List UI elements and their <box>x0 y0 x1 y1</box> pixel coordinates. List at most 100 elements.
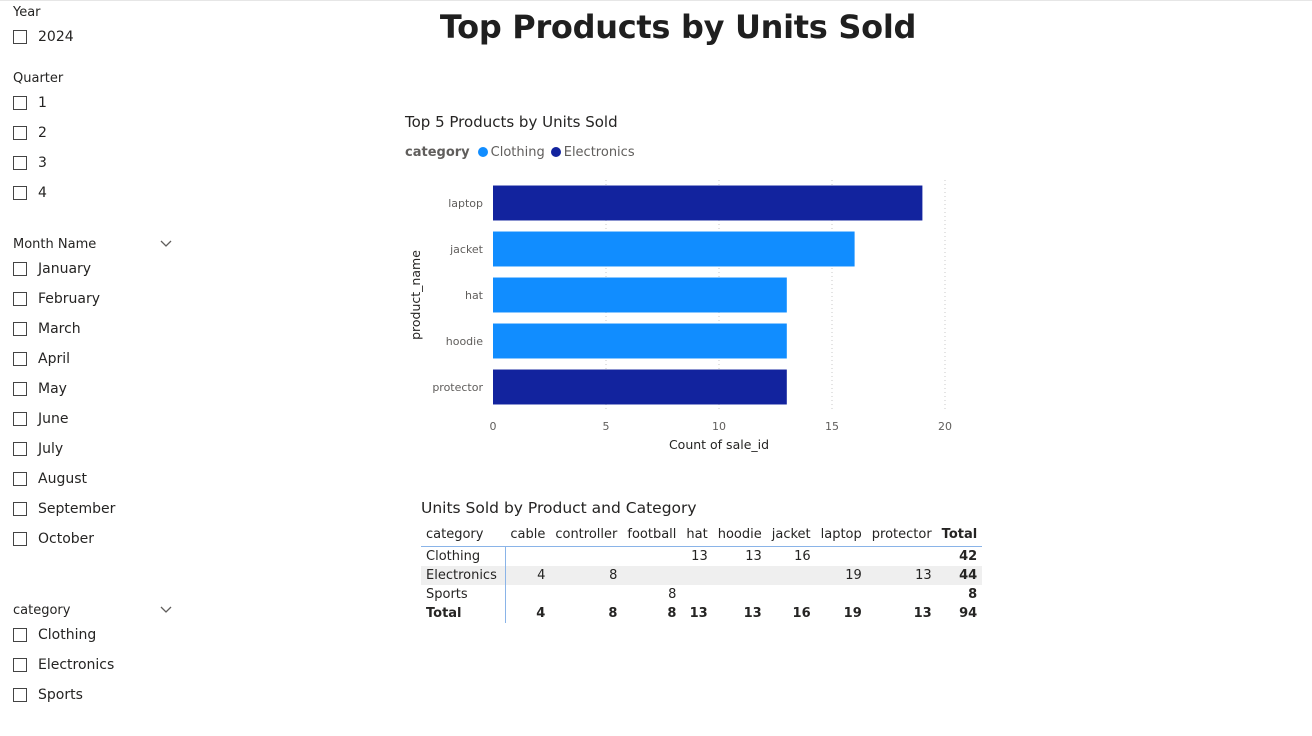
checkbox[interactable] <box>13 502 27 516</box>
checkbox[interactable] <box>13 442 27 456</box>
month-slicer: Month Name January February March April May J… <box>13 236 173 554</box>
chevron-down-icon[interactable] <box>159 238 173 248</box>
bar-hat[interactable] <box>493 277 787 313</box>
checkbox[interactable] <box>13 156 27 170</box>
slicer-option-may[interactable]: May <box>13 374 173 404</box>
option-label: April <box>38 351 70 367</box>
slicer-option-october[interactable]: October <box>13 524 173 554</box>
slicer-option-february[interactable]: February <box>13 284 173 314</box>
option-label: March <box>38 321 81 337</box>
slicer-option-3[interactable]: 3 <box>13 148 173 178</box>
x-tick-label: 0 <box>490 420 497 433</box>
checkbox[interactable] <box>13 472 27 486</box>
y-tick-label: jacket <box>449 243 484 256</box>
slicer-title: Year <box>13 5 41 20</box>
checkbox[interactable] <box>13 96 27 110</box>
legend-title: category <box>405 144 470 160</box>
legend-label: Clothing <box>490 144 545 160</box>
option-label: September <box>38 501 116 517</box>
slicer-option-1[interactable]: 1 <box>13 88 173 118</box>
column-header[interactable]: cable <box>505 522 550 547</box>
slicer-options: January February March April May June July Augu… <box>13 254 173 554</box>
x-tick-label: 15 <box>825 420 839 433</box>
column-header[interactable]: Total <box>937 522 983 547</box>
checkbox[interactable] <box>13 292 27 306</box>
slicer-title: Quarter <box>13 71 64 86</box>
column-header[interactable]: category <box>421 522 505 547</box>
slicer-option-july[interactable]: July <box>13 434 173 464</box>
option-label: 2 <box>38 125 47 141</box>
slicer-option-4[interactable]: 4 <box>13 178 173 208</box>
legend-item-electronics[interactable]: Electronics <box>550 145 635 160</box>
bar-hoodie[interactable] <box>493 323 787 359</box>
matrix-header-row: category cable controller football hat hoodie… <box>421 522 983 547</box>
checkbox[interactable] <box>13 262 27 276</box>
checkbox[interactable] <box>13 352 27 366</box>
slicer-option-august[interactable]: August <box>13 464 173 494</box>
column-header[interactable]: protector <box>867 522 937 547</box>
bar-protector[interactable] <box>493 369 787 405</box>
slicer-option-june[interactable]: June <box>13 404 173 434</box>
table-row: Sports 8 8 <box>421 585 982 604</box>
bar-chart-title: Top 5 Products by Units Sold <box>405 113 618 131</box>
table-cell: 13 <box>691 549 708 564</box>
checkbox[interactable] <box>13 628 27 642</box>
page-title: Top Products by Units Sold <box>439 8 917 46</box>
checkbox[interactable] <box>13 532 27 546</box>
checkbox[interactable] <box>13 382 27 396</box>
x-tick-label: 20 <box>938 420 952 433</box>
slicer-option-electronics[interactable]: Electronics <box>13 650 173 680</box>
y-tick-label: hoodie <box>446 335 483 348</box>
table-cell: 13 <box>743 606 762 621</box>
option-label: January <box>38 261 92 277</box>
checkbox[interactable] <box>13 688 27 702</box>
checkbox[interactable] <box>13 186 27 200</box>
table-cell <box>550 547 622 567</box>
checkbox[interactable] <box>13 30 27 44</box>
total-row: Total 4 8 8 13 13 16 19 13 94 <box>421 604 982 623</box>
table-cell <box>766 566 816 585</box>
row-header: Electronics <box>421 566 506 585</box>
table-cell <box>867 585 937 604</box>
slicer-option-2[interactable]: 2 <box>13 118 173 148</box>
option-label: Sports <box>38 687 83 703</box>
table-cell: 13 <box>913 606 932 621</box>
slicer-option-january[interactable]: January <box>13 254 173 284</box>
slicer-option-2024[interactable]: 2024 <box>13 22 173 52</box>
checkbox[interactable] <box>13 322 27 336</box>
column-header[interactable]: hoodie <box>713 522 767 547</box>
table-cell <box>713 585 767 604</box>
table-cell: 16 <box>794 549 811 564</box>
table-cell: 13 <box>866 566 937 585</box>
option-label: February <box>38 291 101 307</box>
slicer-option-september[interactable]: September <box>13 494 173 524</box>
column-header[interactable]: hat <box>681 522 712 547</box>
slicer-option-march[interactable]: March <box>13 314 173 344</box>
slicer-option-april[interactable]: April <box>13 344 173 374</box>
column-header[interactable]: laptop <box>816 522 867 547</box>
table-cell <box>816 547 867 567</box>
chevron-down-icon[interactable] <box>159 604 173 614</box>
table-cell: 8 <box>550 566 623 585</box>
x-tick-label: 5 <box>603 420 610 433</box>
option-label: 4 <box>38 185 47 201</box>
slicer-title-text: Month Name <box>13 237 97 252</box>
table-row: Clothing 13 13 16 42 <box>421 546 982 567</box>
y-tick-label: laptop <box>448 197 483 210</box>
table-cell <box>681 566 713 585</box>
table-cell <box>505 585 550 604</box>
checkbox[interactable] <box>13 126 27 140</box>
table-cell <box>622 566 682 585</box>
column-header[interactable]: jacket <box>767 522 816 547</box>
column-header[interactable]: controller <box>550 522 622 547</box>
legend-item-clothing[interactable]: Clothing <box>477 144 545 160</box>
checkbox[interactable] <box>13 658 27 672</box>
bar-laptop[interactable] <box>493 185 923 221</box>
bar-jacket[interactable] <box>493 231 855 267</box>
slicer-option-sports[interactable]: Sports <box>13 680 173 710</box>
column-header[interactable]: football <box>622 522 681 547</box>
option-label: July <box>38 441 64 457</box>
slicer-option-clothing[interactable]: Clothing <box>13 620 173 650</box>
checkbox[interactable] <box>13 412 27 426</box>
y-tick-label: hat <box>465 289 484 302</box>
